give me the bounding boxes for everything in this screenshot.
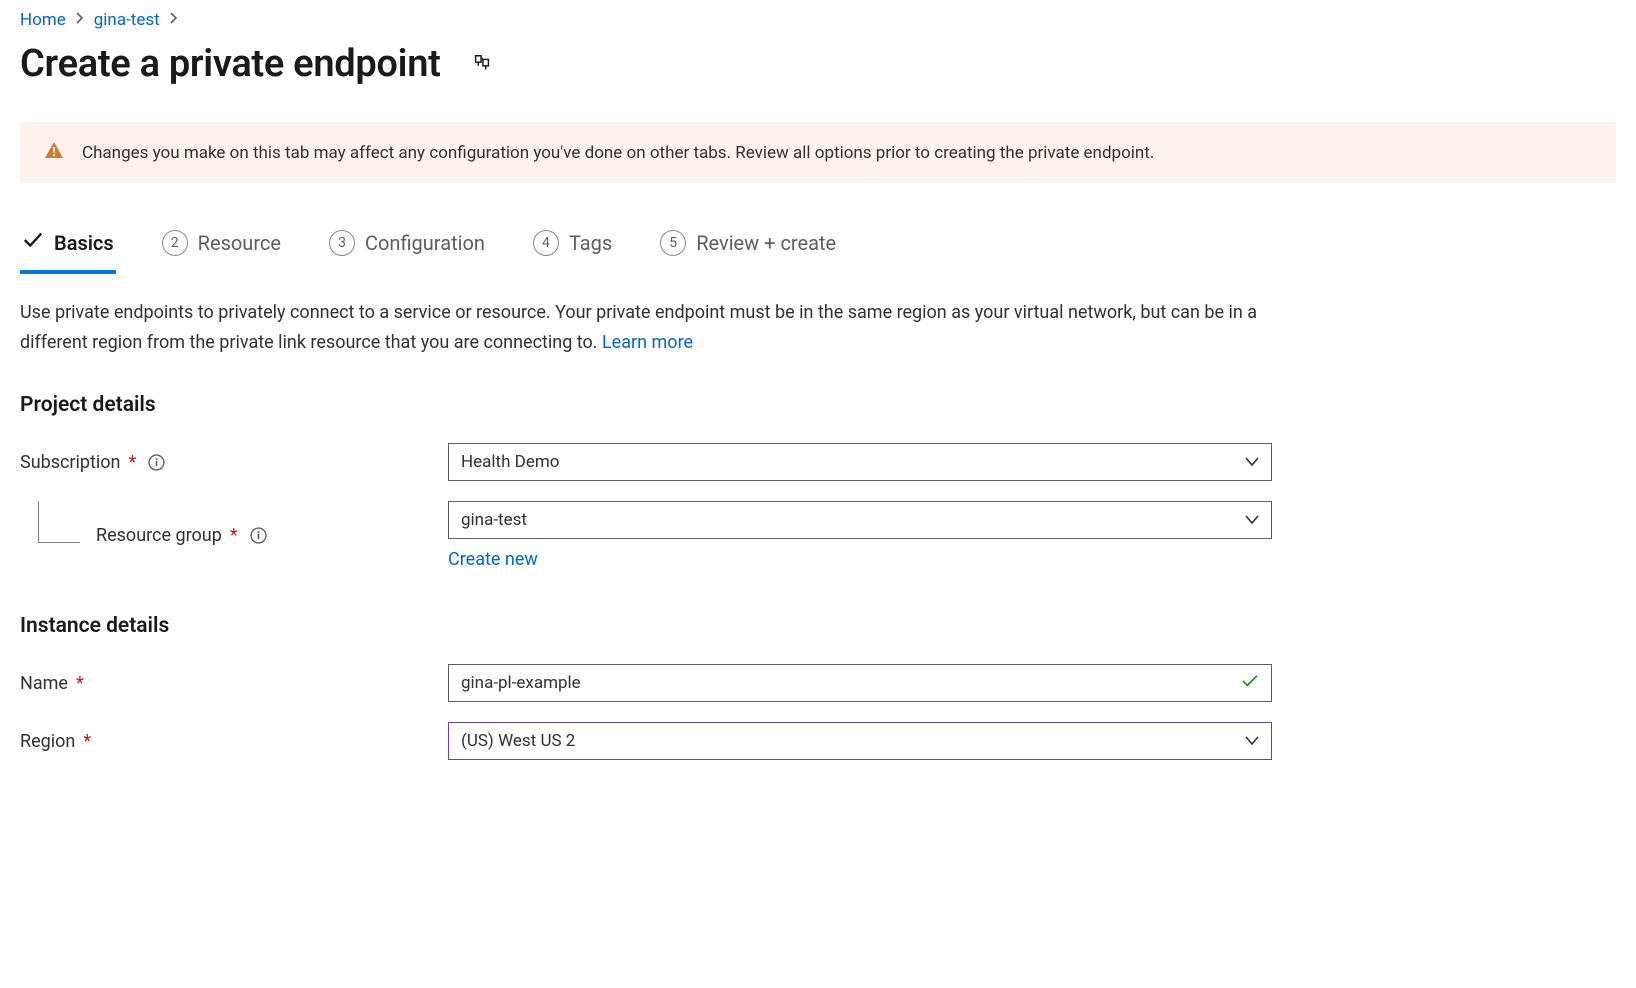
tab-label: Tags	[569, 231, 612, 255]
chevron-right-icon	[170, 12, 178, 28]
subscription-select[interactable]: Health Demo	[448, 443, 1272, 481]
warning-text: Changes you make on this tab may affect …	[82, 143, 1154, 163]
check-icon	[22, 229, 44, 256]
tab-tags[interactable]: 4 Tags	[531, 229, 614, 274]
step-number-icon: 4	[533, 230, 559, 256]
required-asterisk: *	[230, 525, 238, 546]
tab-basics[interactable]: Basics	[20, 229, 116, 274]
tab-label: Review + create	[696, 231, 836, 255]
page-title-row: Create a private endpoint	[20, 42, 1616, 86]
resource-group-field: Resource group * gina-test Create new	[20, 501, 1616, 570]
chevron-right-icon	[76, 12, 84, 28]
subscription-field: Subscription * Health Demo	[20, 443, 1616, 481]
create-new-resource-group-link[interactable]: Create new	[448, 549, 538, 570]
breadcrumb-home[interactable]: Home	[20, 10, 66, 30]
region-label: Region *	[20, 731, 448, 752]
tab-label: Basics	[54, 231, 114, 255]
pin-icon	[471, 53, 493, 75]
warning-banner: Changes you make on this tab may affect …	[20, 122, 1616, 183]
tree-elbow-icon	[38, 501, 80, 543]
tab-configuration[interactable]: 3 Configuration	[327, 229, 487, 274]
project-details-heading: Project details	[20, 393, 1616, 417]
region-select[interactable]: (US) West US 2	[448, 722, 1272, 760]
chevron-down-icon	[1245, 510, 1259, 530]
chevron-down-icon	[1245, 731, 1259, 751]
warning-icon	[44, 140, 64, 165]
instance-details-heading: Instance details	[20, 614, 1616, 638]
tab-label: Configuration	[365, 231, 485, 255]
required-asterisk: *	[76, 673, 84, 694]
required-asterisk: *	[83, 731, 91, 752]
step-number-icon: 3	[329, 230, 355, 256]
resource-group-select[interactable]: gina-test	[448, 501, 1272, 539]
region-value: (US) West US 2	[461, 731, 575, 751]
pin-button[interactable]	[469, 51, 495, 77]
resource-group-label: Resource group *	[20, 525, 448, 546]
step-number-icon: 2	[162, 230, 188, 256]
resource-group-value: gina-test	[461, 510, 527, 530]
wizard-tabs: Basics 2 Resource 3 Configuration 4 Tags…	[20, 229, 1616, 274]
chevron-down-icon	[1245, 452, 1259, 472]
breadcrumb: Home gina-test	[20, 6, 1616, 30]
intro-text: Use private endpoints to privately conne…	[20, 298, 1260, 357]
subscription-value: Health Demo	[461, 452, 559, 472]
breadcrumb-resource[interactable]: gina-test	[94, 10, 160, 30]
region-field: Region * (US) West US 2	[20, 722, 1616, 760]
name-field: Name *	[20, 664, 1616, 702]
info-icon[interactable]	[250, 527, 267, 544]
checkmark-icon	[1241, 673, 1259, 693]
tab-label: Resource	[198, 231, 281, 255]
info-icon[interactable]	[148, 454, 165, 471]
tab-resource[interactable]: 2 Resource	[160, 229, 283, 274]
subscription-label: Subscription *	[20, 452, 448, 473]
tab-review-create[interactable]: 5 Review + create	[658, 229, 838, 274]
name-input[interactable]	[461, 673, 1231, 693]
step-number-icon: 5	[660, 230, 686, 256]
name-label: Name *	[20, 673, 448, 694]
page-title: Create a private endpoint	[20, 42, 441, 86]
name-input-wrapper	[448, 664, 1272, 702]
required-asterisk: *	[129, 452, 137, 473]
learn-more-link[interactable]: Learn more	[602, 332, 693, 353]
